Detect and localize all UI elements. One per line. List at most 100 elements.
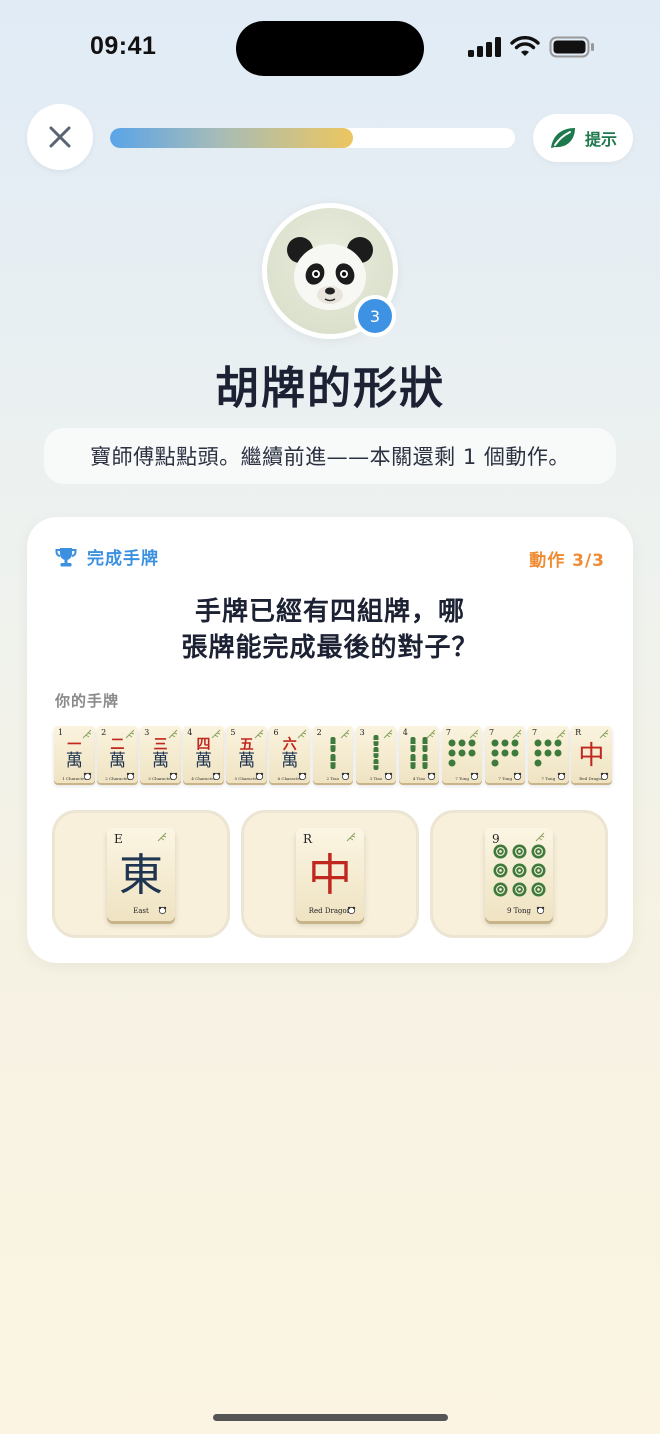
- hand-tile: 22 Tiao: [312, 726, 354, 783]
- panda-mark-icon: [341, 772, 350, 780]
- hand-label: 你的手牌: [55, 692, 120, 710]
- hand-tile: 44 Tiao: [398, 726, 440, 783]
- tile-face: [442, 734, 483, 772]
- status-time: 09:41: [90, 32, 157, 60]
- tile-face: 二萬: [97, 734, 138, 772]
- hand-tile: 5五萬5 Character: [226, 726, 267, 783]
- hint-button[interactable]: 提示: [533, 114, 633, 162]
- hand-tile: 33 Tiao: [355, 726, 397, 783]
- tile-character: 四萬: [195, 737, 213, 771]
- hand-tile: 77 Tong: [441, 726, 483, 783]
- tile-character: 五萬: [238, 737, 256, 771]
- option-tile[interactable]: 99 Tong: [485, 827, 553, 921]
- bamboo-suit-icon: [373, 735, 379, 770]
- battery-icon: [549, 36, 594, 58]
- bamboo-suit-icon: [410, 737, 428, 769]
- panda-mark-icon: [212, 772, 220, 780]
- circle-suit-icon: [448, 739, 476, 767]
- circle-suit-icon: [534, 739, 562, 767]
- panda-mark-icon: [126, 772, 134, 780]
- tile-face: 中: [296, 842, 364, 901]
- hint-label: 提示: [584, 130, 617, 149]
- hand-tile: 3三萬3 Character: [140, 726, 181, 783]
- tile-wan: 萬: [108, 751, 126, 771]
- tile-face: 中: [571, 734, 612, 772]
- tile-face: [399, 734, 440, 772]
- circle-suit-icon: [491, 739, 519, 767]
- option-tile[interactable]: R 中 Red Dragon: [296, 827, 364, 921]
- tile-glyph: 中: [578, 740, 605, 771]
- panda-mark-icon: [169, 772, 177, 780]
- tile-face: [485, 842, 553, 900]
- close-icon: [49, 126, 71, 148]
- tile-wan: 萬: [281, 751, 299, 771]
- tile-character: 二萬: [108, 737, 126, 771]
- level-badge: 3: [354, 295, 396, 337]
- question-text: 手牌已經有四組牌，哪 張牌能完成最後的對子？: [60, 594, 600, 666]
- answer-option[interactable]: R 中 Red Dragon: [241, 810, 419, 938]
- tile-face: [313, 734, 354, 772]
- tile-face: 東: [107, 842, 175, 901]
- subtitle-text: 寶師傅點點頭。繼續前進——本關還剩 1 個動作。: [90, 445, 570, 469]
- panda-mark-icon: [298, 772, 307, 780]
- panda-mark-icon: [83, 772, 91, 780]
- answer-options: E 東 East R 中 Red Dragon 9 9 Tong: [52, 810, 608, 938]
- hand-tile: 77 Tong: [484, 726, 526, 783]
- answer-option[interactable]: 99 Tong: [430, 810, 608, 938]
- panda-mark-icon: [255, 772, 264, 780]
- tile-face: [356, 734, 397, 772]
- tile-face: 一萬: [54, 734, 95, 772]
- tile-character: 一萬: [65, 737, 83, 771]
- hand-tile: 2二萬2 Character: [97, 726, 138, 783]
- question-line-1: 手牌已經有四組牌，哪: [194, 597, 465, 627]
- step-counter: 動作 3/3: [529, 551, 605, 571]
- hand-tile: 4四萬4 Character: [183, 726, 224, 783]
- close-button[interactable]: [27, 104, 93, 170]
- panda-mark-icon: [514, 772, 522, 780]
- tile-face: [528, 734, 569, 772]
- tile-face: 五萬: [226, 734, 267, 772]
- hand-tile: R 中 Red Dragon: [571, 726, 612, 783]
- panda-mark-icon: [384, 772, 393, 780]
- question-line-2: 張牌能完成最後的對子？: [181, 633, 479, 663]
- tile-glyph: 東: [119, 849, 163, 901]
- panda-mark-icon: [536, 906, 545, 914]
- dynamic-island: [236, 21, 424, 76]
- tile-wan: 萬: [195, 751, 213, 771]
- tile-glyph: 中: [308, 849, 352, 901]
- tile-wan: 萬: [151, 751, 169, 771]
- tile-wan: 萬: [65, 751, 83, 771]
- home-indicator[interactable]: [213, 1414, 448, 1421]
- answer-option[interactable]: E 東 East: [52, 810, 230, 938]
- panda-mark-icon: [428, 772, 436, 780]
- trophy-icon: [55, 547, 77, 566]
- panda-mark-icon: [471, 772, 479, 780]
- panda-mark-icon: [158, 906, 167, 914]
- bamboo-suit-icon: [330, 737, 336, 769]
- hand-tile: 77 Tong: [528, 726, 569, 783]
- tile-face: 四萬: [183, 734, 224, 772]
- tile-wan: 萬: [238, 751, 256, 771]
- status-icons: [468, 36, 595, 58]
- lesson-progress-fill: [110, 128, 353, 148]
- card-label: 完成手牌: [55, 544, 159, 569]
- circle-suit-icon: [493, 844, 545, 897]
- tile-face: [485, 734, 526, 772]
- panda-mark-icon: [600, 772, 608, 780]
- player-hand: 1一萬1 Character 2 二萬 2 Character 3 三萬 3 Charact…: [54, 726, 612, 783]
- leaf-icon: [550, 128, 575, 148]
- lesson-title: 胡牌的形狀: [215, 363, 445, 414]
- panda-mark-icon: [557, 772, 565, 780]
- lesson-subtitle: 寶師傅點點頭。繼續前進——本關還剩 1 個動作。: [44, 428, 616, 484]
- card-label-text: 完成手牌: [87, 549, 159, 569]
- tile-face: 三萬: [140, 734, 181, 772]
- wifi-icon: [510, 36, 540, 56]
- panda-mark-icon: [347, 906, 356, 914]
- tile-character: 六萬: [281, 737, 299, 771]
- tile-character: 三萬: [151, 737, 169, 771]
- signal-icon: [468, 37, 501, 57]
- lesson-progress-bar: [110, 128, 515, 148]
- hand-tile: 1一萬1 Character: [54, 726, 95, 783]
- option-tile[interactable]: E 東 East: [107, 827, 175, 921]
- hand-tile: 6六萬6 Character: [269, 726, 310, 783]
